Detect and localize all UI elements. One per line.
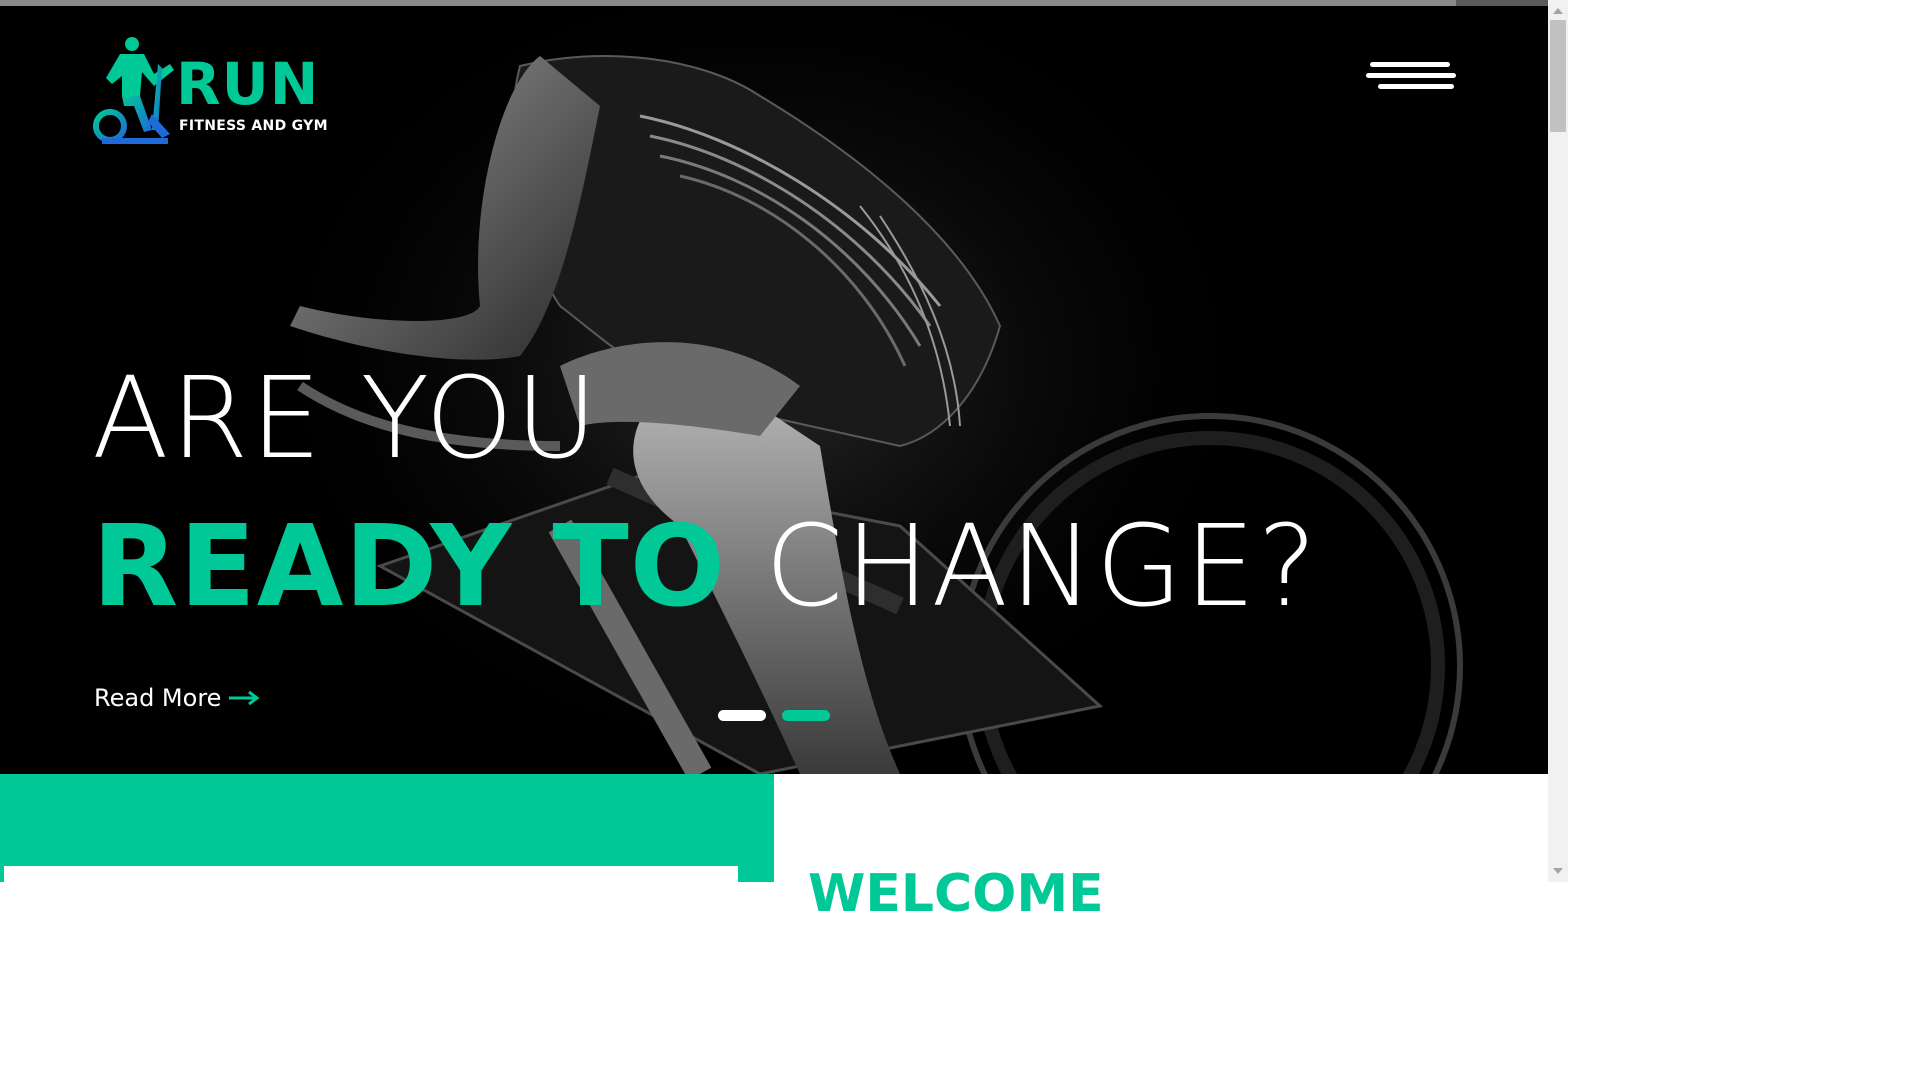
logo-tagline: FITNESS AND GYM <box>179 118 328 134</box>
hero-headline-line-1: ARE YOU <box>92 354 600 484</box>
menu-line-bottom <box>1378 84 1454 89</box>
scroll-up-arrow-icon[interactable] <box>1553 8 1563 14</box>
scroll-down-arrow-icon[interactable] <box>1553 868 1563 874</box>
scrollbar-thumb[interactable] <box>1550 20 1566 132</box>
site-logo[interactable]: RUN FITNESS AND GYM <box>92 34 342 146</box>
welcome-heading: WELCOME <box>808 864 1104 924</box>
page-scrollbar[interactable] <box>1548 0 1568 882</box>
exercise-bike-icon <box>93 37 174 144</box>
hero-headline-rest: CHANGE? <box>764 502 1319 632</box>
read-more-label: Read More <box>94 684 222 712</box>
arrow-right-icon <box>229 690 260 706</box>
logo-wordmark: RUN <box>176 50 320 118</box>
slider-pagination <box>718 710 830 721</box>
menu-line-top <box>1370 62 1450 67</box>
hero-headline-line-2: READY TO CHANGE? <box>92 506 1319 628</box>
menu-line-middle <box>1366 73 1456 78</box>
read-more-link[interactable]: Read More <box>94 682 261 714</box>
slider-dot-2[interactable] <box>782 710 830 721</box>
hero-headline-accent: READY TO <box>92 502 726 632</box>
hamburger-menu-icon[interactable] <box>1366 60 1456 100</box>
slider-dot-1[interactable] <box>718 710 766 721</box>
about-image-card <box>4 866 738 882</box>
hero-slider: RUN FITNESS AND GYM ARE YOU READY TO CHA… <box>0 6 1548 774</box>
